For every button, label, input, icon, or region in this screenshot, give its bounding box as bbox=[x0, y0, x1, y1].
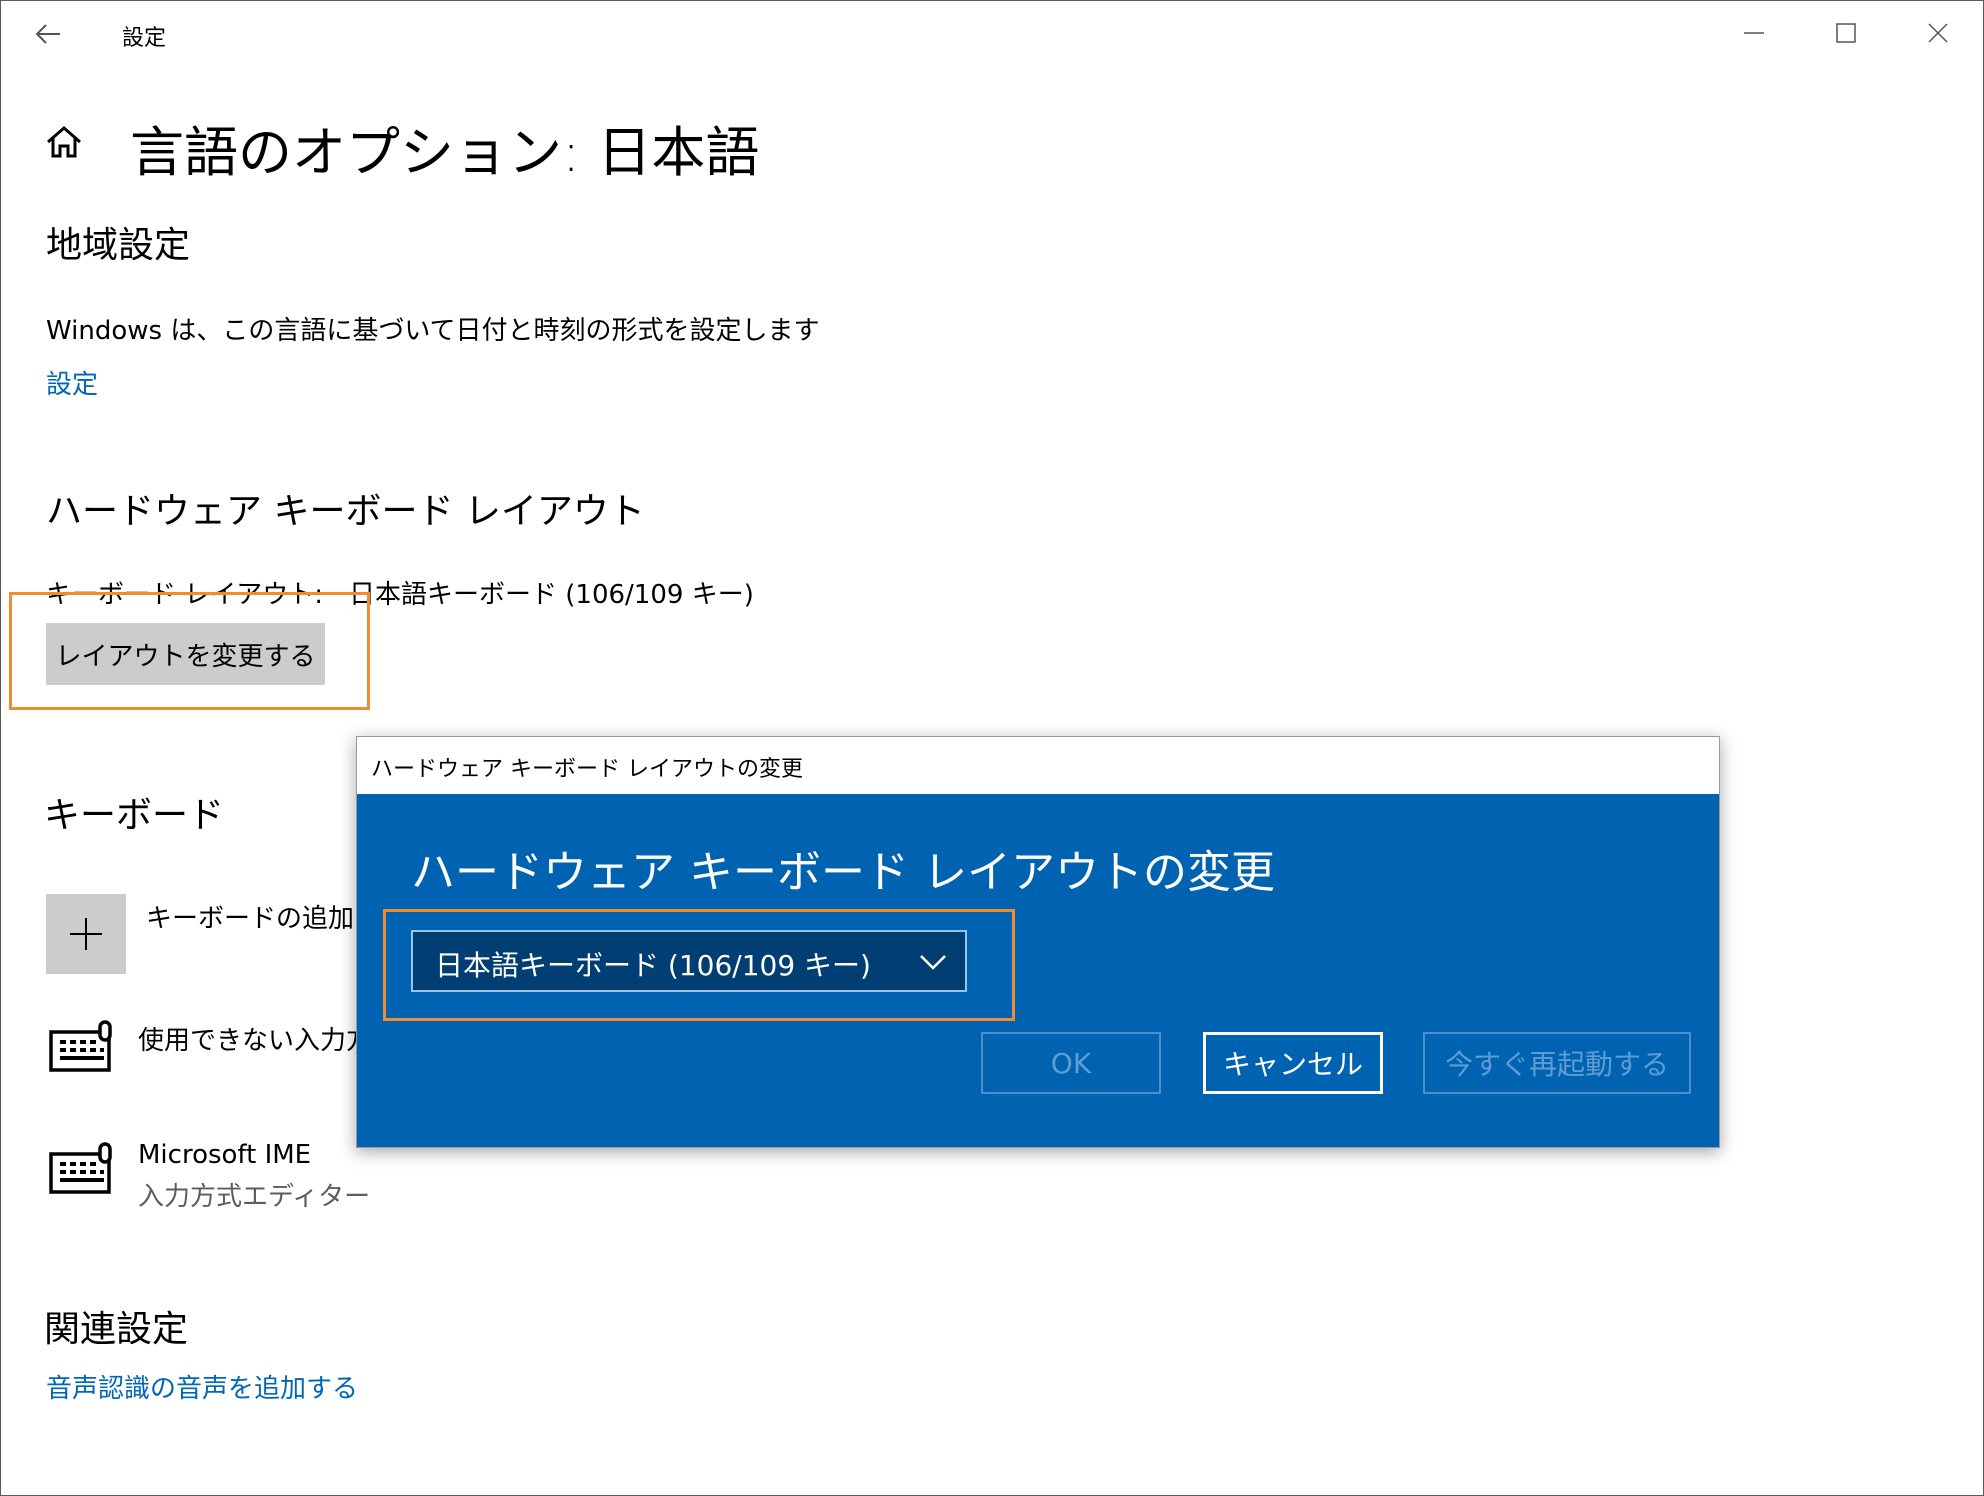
cancel-button[interactable]: キャンセル bbox=[1203, 1032, 1383, 1094]
keyboard-heading: キーボード bbox=[44, 795, 225, 836]
keyboard-item-title[interactable]: Microsoft IME bbox=[138, 1140, 311, 1170]
hardware-keyboard-heading: ハードウェア キーボード レイアウト bbox=[46, 491, 645, 532]
maximize-icon bbox=[1836, 23, 1856, 43]
chevron-down-icon bbox=[920, 955, 946, 970]
back-button[interactable] bbox=[28, 14, 68, 54]
restart-now-button[interactable]: 今すぐ再起動する bbox=[1423, 1032, 1691, 1094]
dialog-title: ハードウェア キーボード レイアウトの変更 bbox=[371, 757, 803, 782]
add-speech-voice-link[interactable]: 音声認識の音声を追加する bbox=[46, 1368, 358, 1405]
home-icon bbox=[47, 126, 81, 158]
dialog-body: ハードウェア キーボード レイアウトの変更 日本語キーボード (106/109 … bbox=[357, 794, 1719, 1147]
region-heading: 地域設定 bbox=[46, 225, 191, 266]
region-settings-link[interactable]: 設定 bbox=[46, 364, 98, 401]
highlight-box bbox=[9, 592, 370, 710]
ok-button[interactable]: OK bbox=[981, 1032, 1161, 1094]
close-button[interactable] bbox=[1908, 10, 1968, 56]
layout-select[interactable]: 日本語キーボード (106/109 キー) bbox=[411, 930, 967, 992]
region-description: Windows は、この言語に基づいて日付と時刻の形式を設定します bbox=[46, 316, 820, 346]
maximize-button[interactable] bbox=[1816, 10, 1876, 56]
restart-now-label: 今すぐ再起動する bbox=[1444, 1048, 1669, 1081]
keyboard-icon bbox=[48, 1142, 116, 1198]
keyboard-item-subtitle: 入力方式エディター bbox=[138, 1182, 371, 1212]
keyboard-item-title[interactable]: 使用できない入力方 bbox=[138, 1020, 372, 1057]
change-layout-dialog: ハードウェア キーボード レイアウトの変更 ハードウェア キーボード レイアウト… bbox=[356, 736, 1720, 1148]
home-button[interactable] bbox=[44, 122, 88, 166]
plus-icon bbox=[70, 918, 102, 950]
add-keyboard-label[interactable]: キーボードの追加 bbox=[146, 898, 354, 935]
back-arrow-icon bbox=[35, 24, 60, 44]
dialog-titlebar: ハードウェア キーボード レイアウトの変更 bbox=[357, 737, 1719, 793]
keyboard-icon bbox=[48, 1020, 116, 1076]
close-icon bbox=[1928, 23, 1948, 43]
minimize-icon bbox=[1744, 32, 1764, 34]
dialog-heading: ハードウェア キーボード レイアウトの変更 bbox=[411, 847, 1275, 898]
page-title: 言語のオプション: 日本語 bbox=[130, 121, 760, 184]
minimize-button[interactable] bbox=[1724, 10, 1784, 56]
ok-label: OK bbox=[1050, 1046, 1092, 1080]
related-heading: 関連設定 bbox=[44, 1309, 189, 1350]
app-title: 設定 bbox=[122, 26, 167, 51]
layout-select-value: 日本語キーボード (106/109 キー) bbox=[435, 949, 871, 982]
add-keyboard-button[interactable] bbox=[46, 894, 126, 974]
cancel-label: キャンセル bbox=[1222, 1048, 1363, 1081]
